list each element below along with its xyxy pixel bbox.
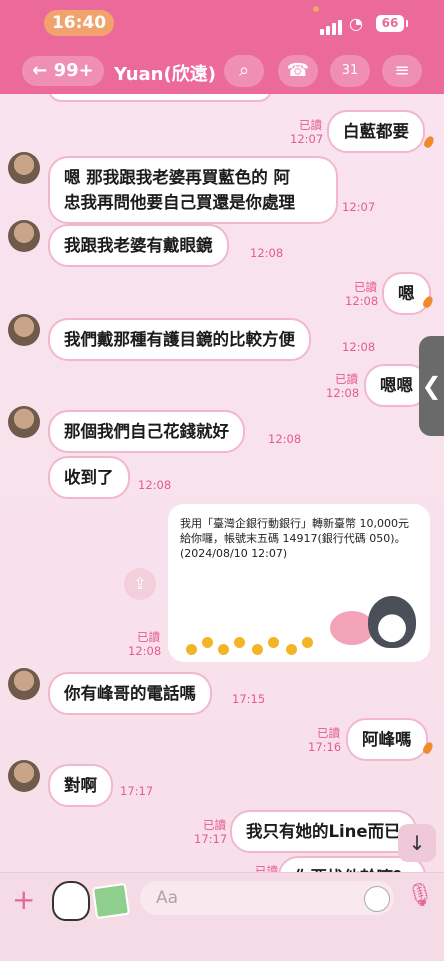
phone-icon[interactable]: ☎ [278, 55, 318, 87]
message-bubble-left[interactable]: 嗯 那我跟我老婆再買藍色的 阿 忠我再問他要自己買還是你處理 [48, 156, 338, 224]
message-bubble-right[interactable]: 我只有她的Line而已 [230, 810, 417, 853]
chat-header: ← 99+ Yuan(欣遠) ⌕ ☎ 31 ≡ [0, 48, 444, 94]
message-time: 12:08 [250, 246, 284, 260]
mic-icon[interactable]: 🎙 [406, 883, 434, 908]
image-icon[interactable] [91, 882, 131, 920]
message-bubble-left[interactable]: 對啊 [48, 764, 113, 807]
avatar[interactable] [8, 152, 40, 184]
transfer-card-text: 我用「臺灣企銀行動銀行」轉新臺幣 10,000元給你囉，帳號末五碼 14917(… [180, 517, 409, 560]
share-icon[interactable]: ⇪ [124, 568, 156, 600]
coin-icon [252, 644, 263, 655]
chat-area[interactable]: 已讀 12:07 白藍都要 嗯 那我跟我老婆再買藍色的 阿 忠我再問他要自己買還是… [0, 94, 444, 872]
back-button[interactable]: ← 99+ [22, 56, 104, 86]
partial-bubble [48, 94, 272, 102]
message-bubble-left[interactable]: 我跟我老婆有戴眼鏡 [48, 224, 229, 267]
coin-icon [286, 644, 297, 655]
avatar[interactable] [8, 220, 40, 252]
avatar[interactable] [8, 406, 40, 438]
message-meta: 已讀 [255, 864, 278, 872]
penguin-mascot-icon [368, 596, 416, 648]
message-bubble-right[interactable]: 白藍都要 [327, 110, 425, 153]
message-meta: 已讀 12:08 [326, 372, 360, 400]
coin-icon [186, 644, 197, 655]
wifi-icon: ◔ [349, 14, 363, 33]
plus-icon[interactable]: + [12, 883, 35, 916]
status-bar: 16:40 ◔ 66 [0, 0, 444, 48]
message-time: 12:07 [342, 200, 376, 214]
calendar-icon[interactable]: 31 [330, 55, 370, 87]
chat-title: Yuan(欣遠) [114, 64, 216, 85]
message-time: 17:17 [120, 784, 154, 798]
coin-icon [218, 644, 229, 655]
message-meta: 已讀 17:16 [308, 726, 342, 754]
message-meta: 已讀 17:17 [194, 818, 228, 846]
avatar[interactable] [8, 668, 40, 700]
coin-icon [302, 637, 313, 648]
sticker-icon[interactable] [52, 881, 90, 921]
emoji-icon[interactable] [364, 886, 390, 912]
message-meta: 已讀 12:08 [128, 630, 162, 658]
input-bar: + Aa 🎙 [0, 872, 444, 961]
message-bubble-left[interactable]: 你有峰哥的電話嗎 [48, 672, 212, 715]
message-meta: 已讀 12:07 [290, 118, 324, 146]
status-time: 16:40 [44, 10, 114, 36]
battery-icon: 66 [376, 15, 408, 32]
coin-icon [268, 637, 279, 648]
message-bubble-right[interactable]: 阿峰嗎 [346, 718, 428, 761]
message-time: 12:08 [268, 432, 302, 446]
coin-icon [234, 637, 245, 648]
avatar[interactable] [8, 314, 40, 346]
message-bubble-left[interactable]: 收到了 [48, 456, 130, 499]
message-time: 12:08 [342, 340, 376, 354]
message-bubble-left[interactable]: 我們戴那種有護目鏡的比較方便 [48, 318, 311, 361]
scroll-down-button[interactable]: ↓ [398, 824, 436, 862]
menu-icon[interactable]: ≡ [382, 55, 422, 87]
side-panel-handle[interactable]: ❮ [419, 336, 444, 436]
message-bubble-right[interactable]: 嗯 [382, 272, 431, 315]
coin-icon [202, 637, 213, 648]
search-icon[interactable]: ⌕ [224, 55, 264, 87]
status-dot [313, 6, 319, 12]
signal-icon [320, 16, 344, 35]
message-bubble-left[interactable]: 那個我們自己花錢就好 [48, 410, 245, 453]
message-meta: 已讀 12:08 [345, 280, 379, 308]
message-time: 12:08 [138, 478, 172, 492]
message-time: 17:15 [232, 692, 266, 706]
message-input[interactable]: Aa [140, 881, 394, 915]
avatar[interactable] [8, 760, 40, 792]
